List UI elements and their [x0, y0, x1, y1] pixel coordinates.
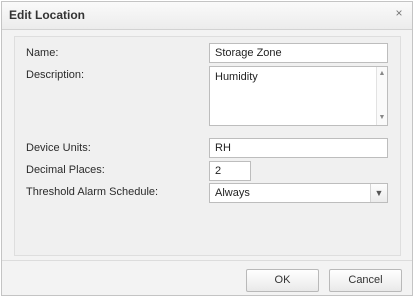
description-textarea[interactable]: Humidity ▲ ▼	[209, 66, 388, 126]
form-panel: Name: Storage Zone Description: Humidity…	[14, 36, 401, 256]
dialog-title: Edit Location	[9, 8, 85, 22]
edit-location-dialog: Edit Location × Name: Storage Zone Descr…	[1, 1, 413, 296]
footer-divider	[2, 260, 412, 261]
close-icon[interactable]: ×	[392, 6, 406, 20]
decimal-places-input[interactable]: 2	[209, 161, 251, 181]
threshold-alarm-schedule-label: Threshold Alarm Schedule:	[26, 186, 159, 198]
dialog-titlebar: Edit Location ×	[2, 2, 412, 30]
description-text: Humidity	[215, 71, 258, 83]
scroll-up-icon[interactable]: ▲	[377, 69, 387, 79]
device-units-input[interactable]: RH	[209, 138, 388, 158]
ok-button[interactable]: OK	[246, 269, 319, 292]
decimal-places-label: Decimal Places:	[26, 164, 105, 176]
name-input[interactable]: Storage Zone	[209, 43, 388, 63]
device-units-label: Device Units:	[26, 142, 91, 154]
threshold-alarm-schedule-select[interactable]: Always ▼	[209, 183, 388, 203]
name-label: Name:	[26, 47, 59, 59]
chevron-down-icon[interactable]: ▼	[370, 184, 387, 202]
description-label: Description:	[26, 69, 85, 81]
schedule-selected-value: Always	[215, 187, 250, 199]
scroll-down-icon[interactable]: ▼	[377, 113, 387, 123]
description-scrollbar[interactable]: ▲ ▼	[376, 67, 387, 125]
cancel-button[interactable]: Cancel	[329, 269, 402, 292]
